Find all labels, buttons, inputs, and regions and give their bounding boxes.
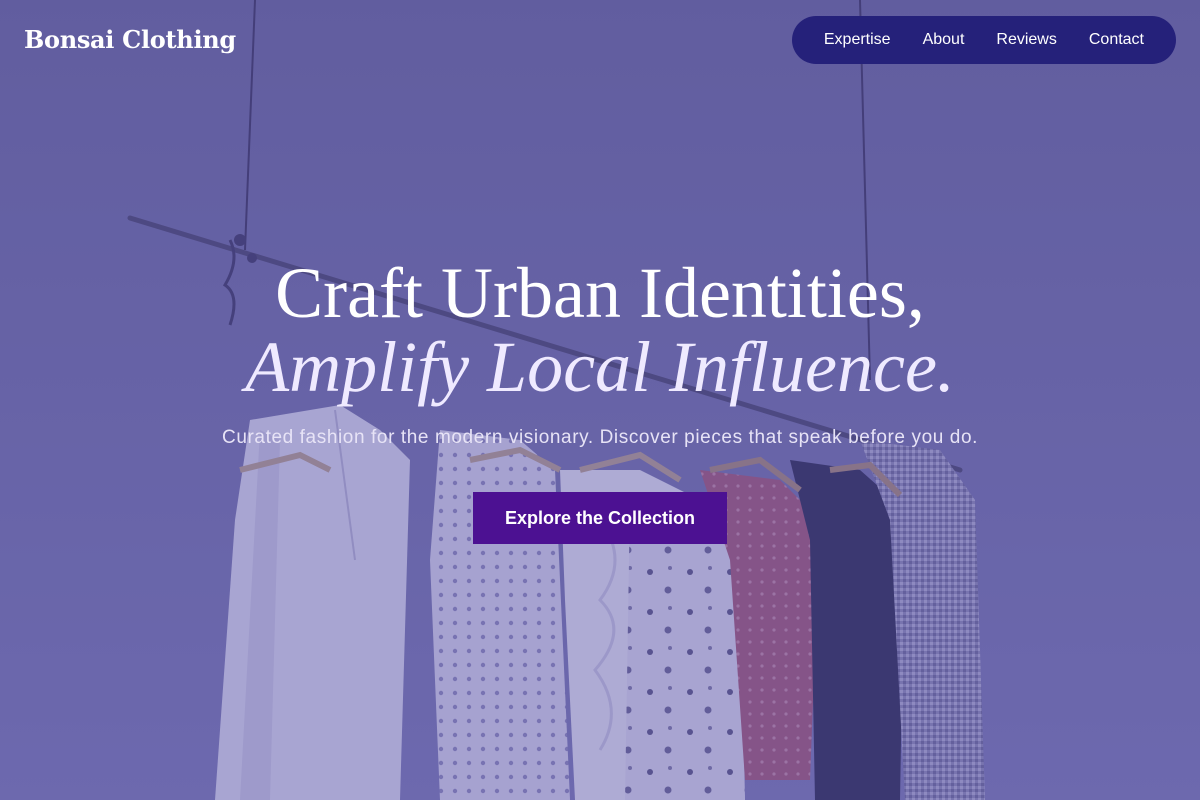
hero-headline-line2: Amplify Local Influence. (245, 327, 955, 407)
hero-headline-line1: Craft Urban Identities, (275, 253, 925, 333)
hero-headline: Craft Urban Identities, Amplify Local In… (0, 256, 1200, 404)
hero-section: Bonsai Clothing Expertise About Reviews … (0, 0, 1200, 800)
main-nav: Expertise About Reviews Contact (791, 16, 1176, 64)
explore-collection-button[interactable]: Explore the Collection (472, 492, 728, 544)
nav-item-reviews[interactable]: Reviews (996, 31, 1056, 49)
hero-subtitle: Curated fashion for the modern visionary… (222, 427, 978, 448)
nav-item-about[interactable]: About (923, 31, 965, 49)
hero-content: Craft Urban Identities, Amplify Local In… (0, 256, 1200, 544)
nav-item-contact[interactable]: Contact (1089, 31, 1144, 49)
brand-logo[interactable]: Bonsai Clothing (24, 24, 236, 56)
nav-item-expertise[interactable]: Expertise (824, 31, 891, 49)
